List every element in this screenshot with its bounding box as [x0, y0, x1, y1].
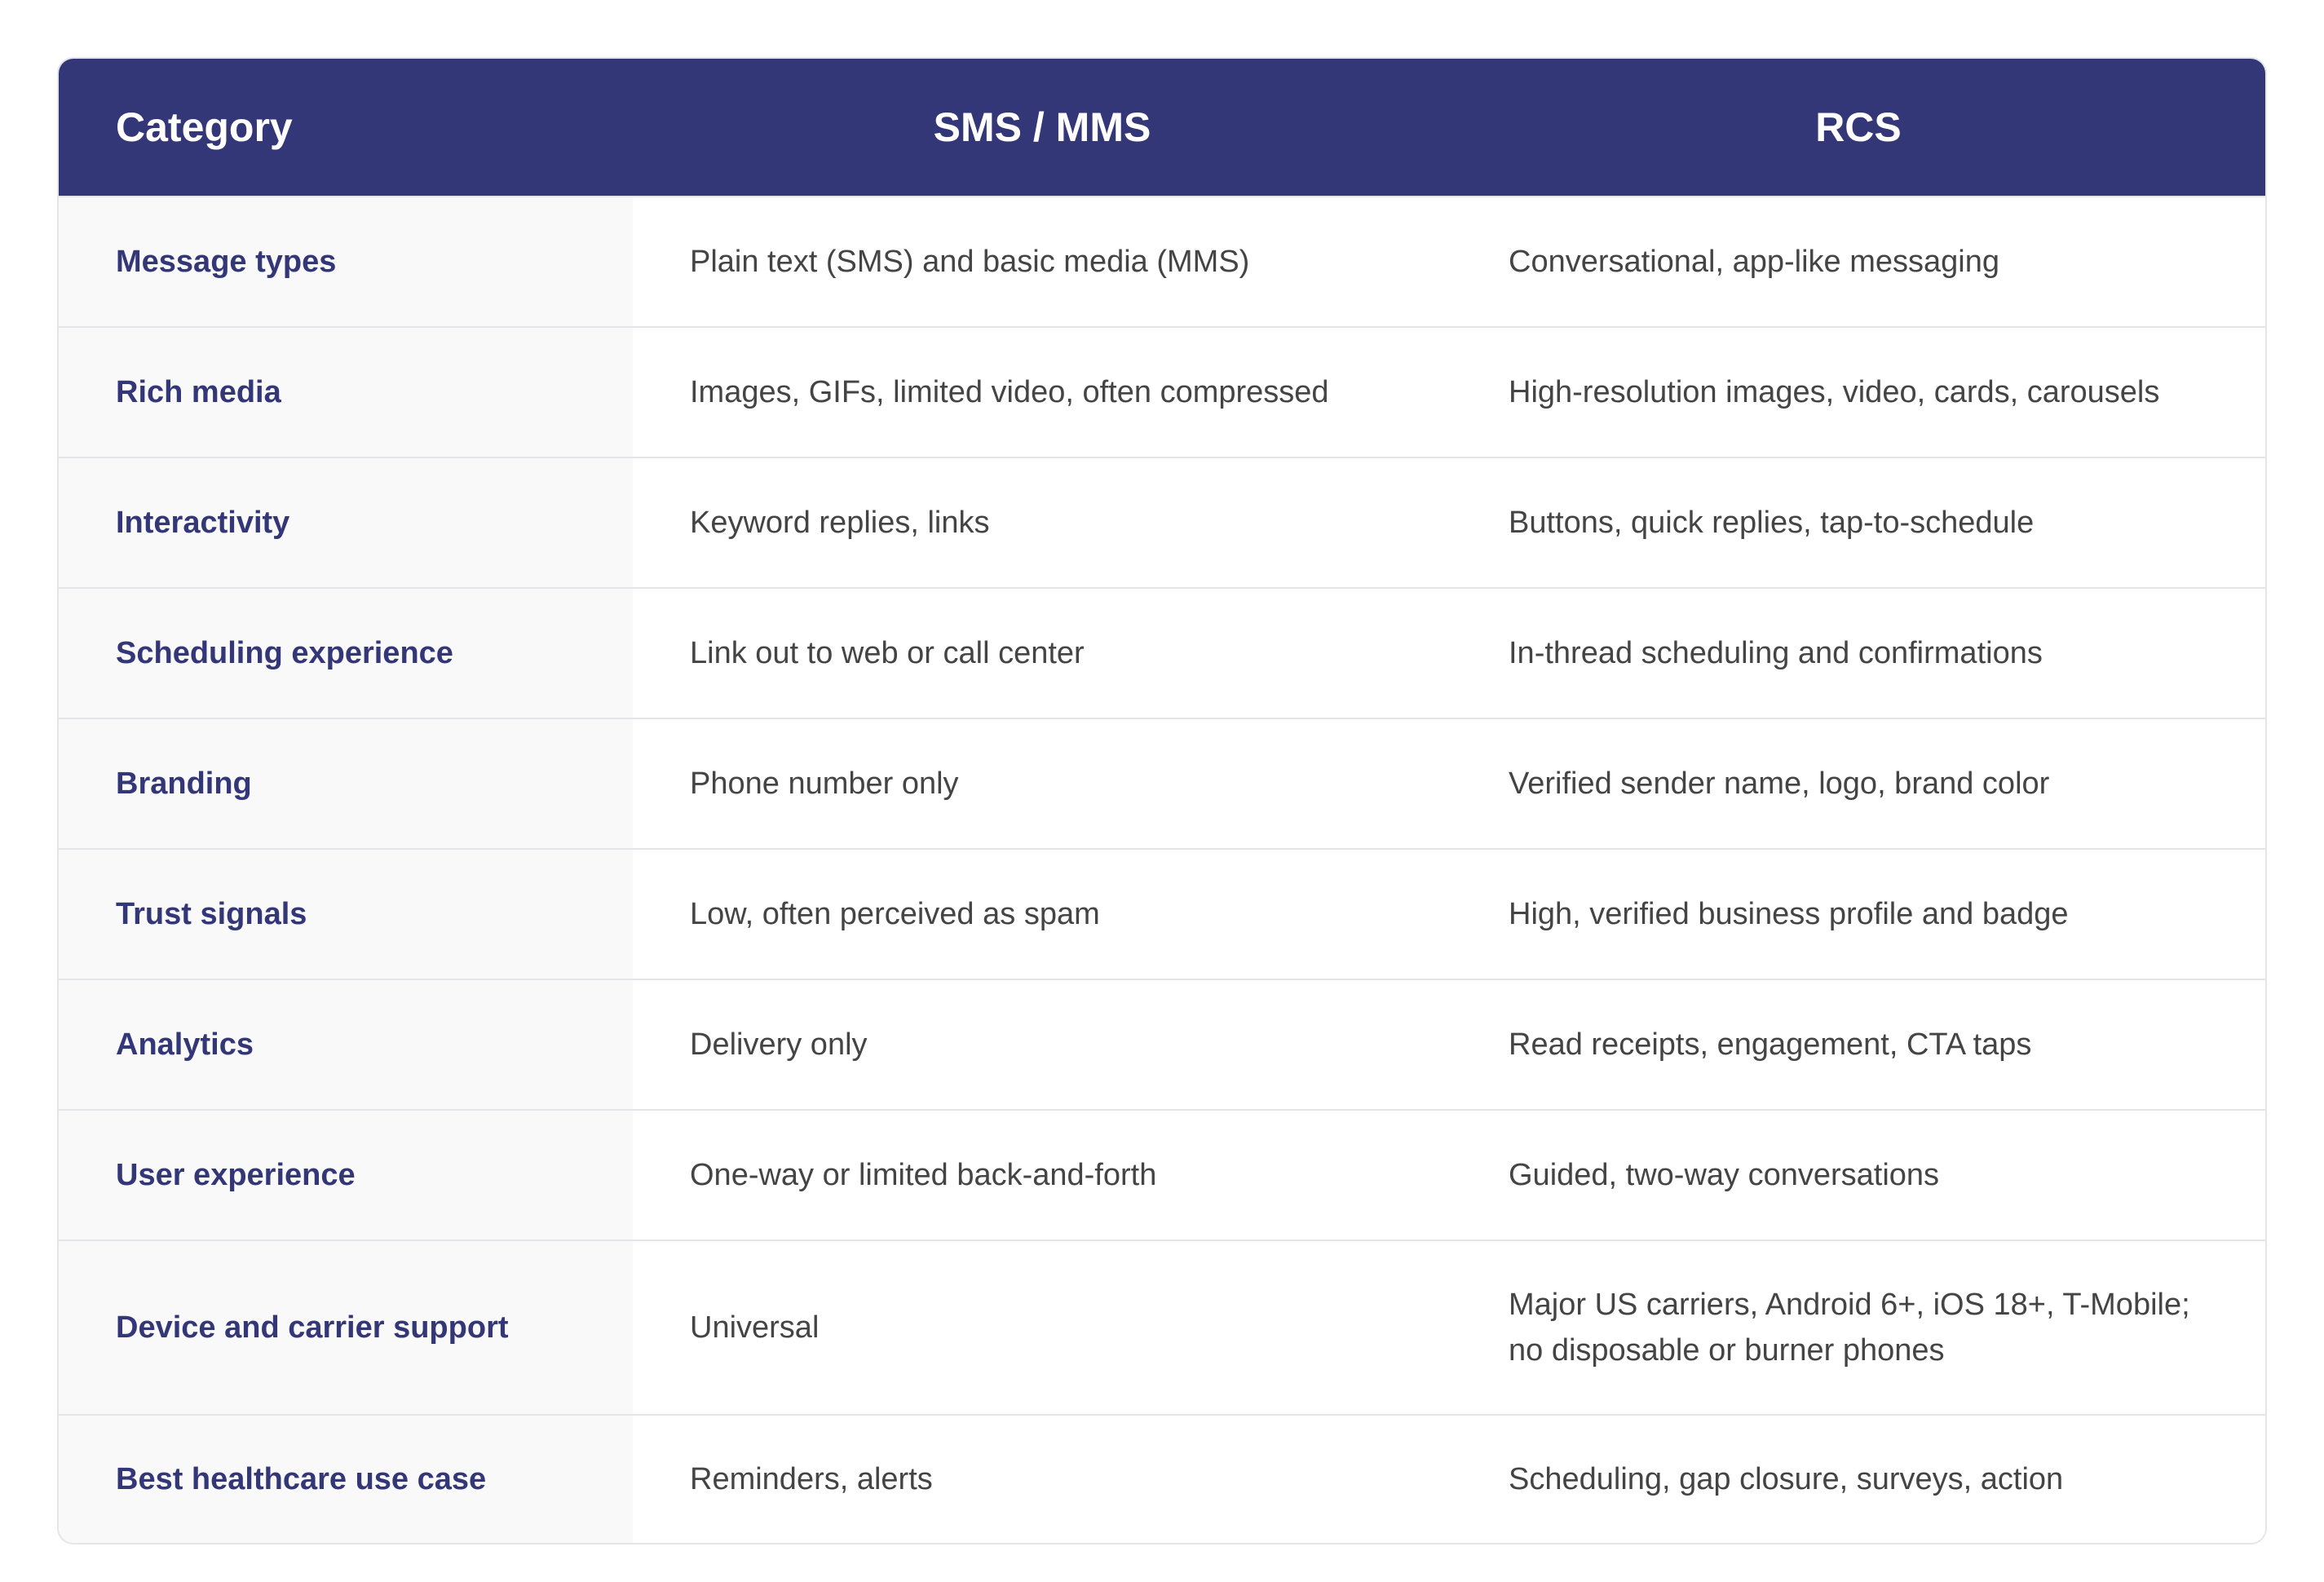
row-sms-value: Keyword replies, links	[633, 458, 1451, 587]
row-rcs-value: Read receipts, engagement, CTA taps	[1451, 980, 2265, 1109]
row-category: Rich media	[59, 328, 633, 457]
row-category: Best healthcare use case	[59, 1416, 633, 1543]
row-rcs-value: Guided, two-way conversations	[1451, 1111, 2265, 1240]
table-row: Best healthcare use case Reminders, aler…	[59, 1414, 2265, 1543]
row-rcs-value: Buttons, quick replies, tap-to-schedule	[1451, 458, 2265, 587]
row-sms-value: Images, GIFs, limited video, often compr…	[633, 328, 1451, 457]
row-category: Interactivity	[59, 458, 633, 587]
row-sms-value: Plain text (SMS) and basic media (MMS)	[633, 197, 1451, 326]
comparison-table: Category SMS / MMS RCS Message types Pla…	[57, 57, 2267, 1544]
row-sms-value: Reminders, alerts	[633, 1416, 1451, 1543]
row-category: User experience	[59, 1111, 633, 1240]
row-rcs-value: High, verified business profile and badg…	[1451, 850, 2265, 979]
row-category: Message types	[59, 197, 633, 326]
table-row: Interactivity Keyword replies, links But…	[59, 457, 2265, 587]
row-category: Device and carrier support	[59, 1241, 633, 1414]
row-category: Branding	[59, 719, 633, 848]
table-row: Analytics Delivery only Read receipts, e…	[59, 979, 2265, 1109]
row-sms-value: Universal	[633, 1241, 1451, 1414]
header-sms-mms: SMS / MMS	[933, 104, 1151, 150]
row-category: Analytics	[59, 980, 633, 1109]
row-sms-value: Link out to web or call center	[633, 589, 1451, 718]
header-category: Category	[116, 104, 293, 150]
row-rcs-value: Verified sender name, logo, brand color	[1451, 719, 2265, 848]
row-rcs-value: Major US carriers, Android 6+, iOS 18+, …	[1451, 1241, 2265, 1414]
row-rcs-value: Scheduling, gap closure, surveys, action	[1451, 1416, 2265, 1543]
row-sms-value: Delivery only	[633, 980, 1451, 1109]
table-row: Trust signals Low, often perceived as sp…	[59, 848, 2265, 979]
row-sms-value: One-way or limited back-and-forth	[633, 1111, 1451, 1240]
header-rcs: RCS	[1815, 104, 1902, 150]
table-row: Device and carrier support Universal Maj…	[59, 1240, 2265, 1414]
row-category: Scheduling experience	[59, 589, 633, 718]
table-row: Scheduling experience Link out to web or…	[59, 587, 2265, 718]
row-sms-value: Low, often perceived as spam	[633, 850, 1451, 979]
row-rcs-value: Conversational, app-like messaging	[1451, 197, 2265, 326]
table-header-row: Category SMS / MMS RCS	[59, 59, 2265, 196]
row-rcs-value: In-thread scheduling and confirmations	[1451, 589, 2265, 718]
table-row: Message types Plain text (SMS) and basic…	[59, 196, 2265, 326]
row-sms-value: Phone number only	[633, 719, 1451, 848]
row-category: Trust signals	[59, 850, 633, 979]
row-rcs-value: High-resolution images, video, cards, ca…	[1451, 328, 2265, 457]
table-row: Branding Phone number only Verified send…	[59, 718, 2265, 848]
table-row: User experience One-way or limited back-…	[59, 1109, 2265, 1240]
table-row: Rich media Images, GIFs, limited video, …	[59, 326, 2265, 457]
